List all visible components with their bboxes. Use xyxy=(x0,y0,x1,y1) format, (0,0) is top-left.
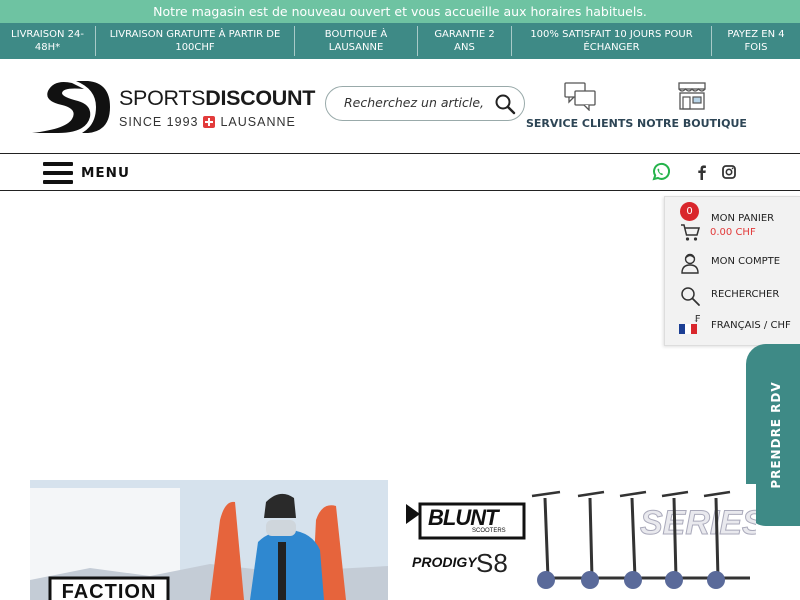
usp-item-satisfaction: 100% SATISFAIT 10 JOURS POUR ÉCHANGER xyxy=(512,26,712,56)
usp-item-warranty: GARANTIE 2 ANS xyxy=(418,26,512,56)
cart-amount: 0.00 CHF xyxy=(710,227,756,238)
notre-boutique-link[interactable]: NOTRE BOUTIQUE xyxy=(637,81,747,130)
usp-item-payment: PAYEZ EN 4 FOIS xyxy=(727,29,785,53)
usp-item-delivery: LIVRAISON 24-48H* xyxy=(0,26,96,56)
facebook-icon[interactable] xyxy=(692,162,712,182)
blunt-banner[interactable]: SERIES 8 BLUNT SCOOTERS PRODIGY S8 xyxy=(400,484,756,600)
menu-label: MENU xyxy=(81,165,130,181)
chat-bubbles-icon xyxy=(563,82,596,111)
language-link[interactable]: ₣ FRANÇAIS / CHF xyxy=(665,309,800,339)
search-link[interactable]: RECHERCHER xyxy=(665,283,800,309)
faction-logo-text: FACTION xyxy=(61,581,157,600)
logo-since: SINCE 1993 xyxy=(119,115,199,129)
storefront-icon xyxy=(678,82,706,110)
notre-boutique-label: NOTRE BOUTIQUE xyxy=(637,117,747,130)
hamburger-icon xyxy=(43,161,73,185)
svg-text:SERIES 8: SERIES 8 xyxy=(640,504,756,542)
whatsapp-icon[interactable] xyxy=(650,162,670,182)
prodigy-text: PRODIGY xyxy=(412,554,477,570)
cart-count-badge: 0 xyxy=(680,202,699,221)
logo-brand-light: SPORTS xyxy=(119,86,206,110)
logo-brand-bold: DISCOUNT xyxy=(205,86,316,110)
search-label: RECHERCHER xyxy=(711,289,780,300)
faction-banner[interactable]: FACTION xyxy=(30,480,388,600)
svg-text:₣: ₣ xyxy=(694,314,700,325)
menu-button[interactable]: MENU xyxy=(43,160,130,186)
logo-subtitle: SINCE 1993 LAUSANNE xyxy=(119,115,315,129)
magnifier-icon xyxy=(681,287,700,306)
service-clients-link[interactable]: SERVICE CLIENTS xyxy=(526,81,633,130)
cart-icon xyxy=(681,224,700,241)
cart-label: MON PANIER xyxy=(711,213,775,224)
search-input[interactable] xyxy=(344,95,484,110)
site-header: SPORTSDISCOUNT SINCE 1993 LAUSANNE SERVI… xyxy=(0,59,800,153)
france-flag-icon: ₣ xyxy=(679,314,700,334)
logo-text: SPORTSDISCOUNT SINCE 1993 LAUSANNE xyxy=(119,87,315,129)
service-clients-label: SERVICE CLIENTS xyxy=(526,117,634,130)
logo-city: LAUSANNE xyxy=(220,115,296,129)
blunt-banner-image: SERIES 8 xyxy=(400,484,756,600)
nav-bar: MENU xyxy=(0,153,800,191)
logo-mark-icon xyxy=(32,81,110,133)
user-icon xyxy=(681,253,699,274)
search-box xyxy=(325,86,525,121)
model-s8-text: S8 xyxy=(476,548,508,578)
account-label: MON COMPTE xyxy=(711,256,781,267)
language-label: FRANÇAIS / CHF xyxy=(711,320,791,331)
usp-bar: LIVRAISON 24-48H* LIVRAISON GRATUITE À P… xyxy=(0,23,800,59)
blunt-sub-text: SCOOTERS xyxy=(472,528,506,534)
instagram-icon[interactable] xyxy=(719,162,739,182)
search-icon[interactable] xyxy=(494,93,516,115)
account-link[interactable]: MON COMPTE xyxy=(665,250,800,276)
usp-item-free-delivery: LIVRAISON GRATUITE À PARTIR DE 100CHF xyxy=(96,26,295,56)
prendre-rdv-label: PRENDRE RDV xyxy=(769,381,783,489)
announcement-bar: Notre magasin est de nouveau ouvert et v… xyxy=(0,0,800,23)
logo-brand: SPORTSDISCOUNT xyxy=(119,87,315,109)
swiss-flag-icon xyxy=(203,116,216,128)
usp-item-shop: BOUTIQUE À LAUSANNE xyxy=(295,26,418,56)
